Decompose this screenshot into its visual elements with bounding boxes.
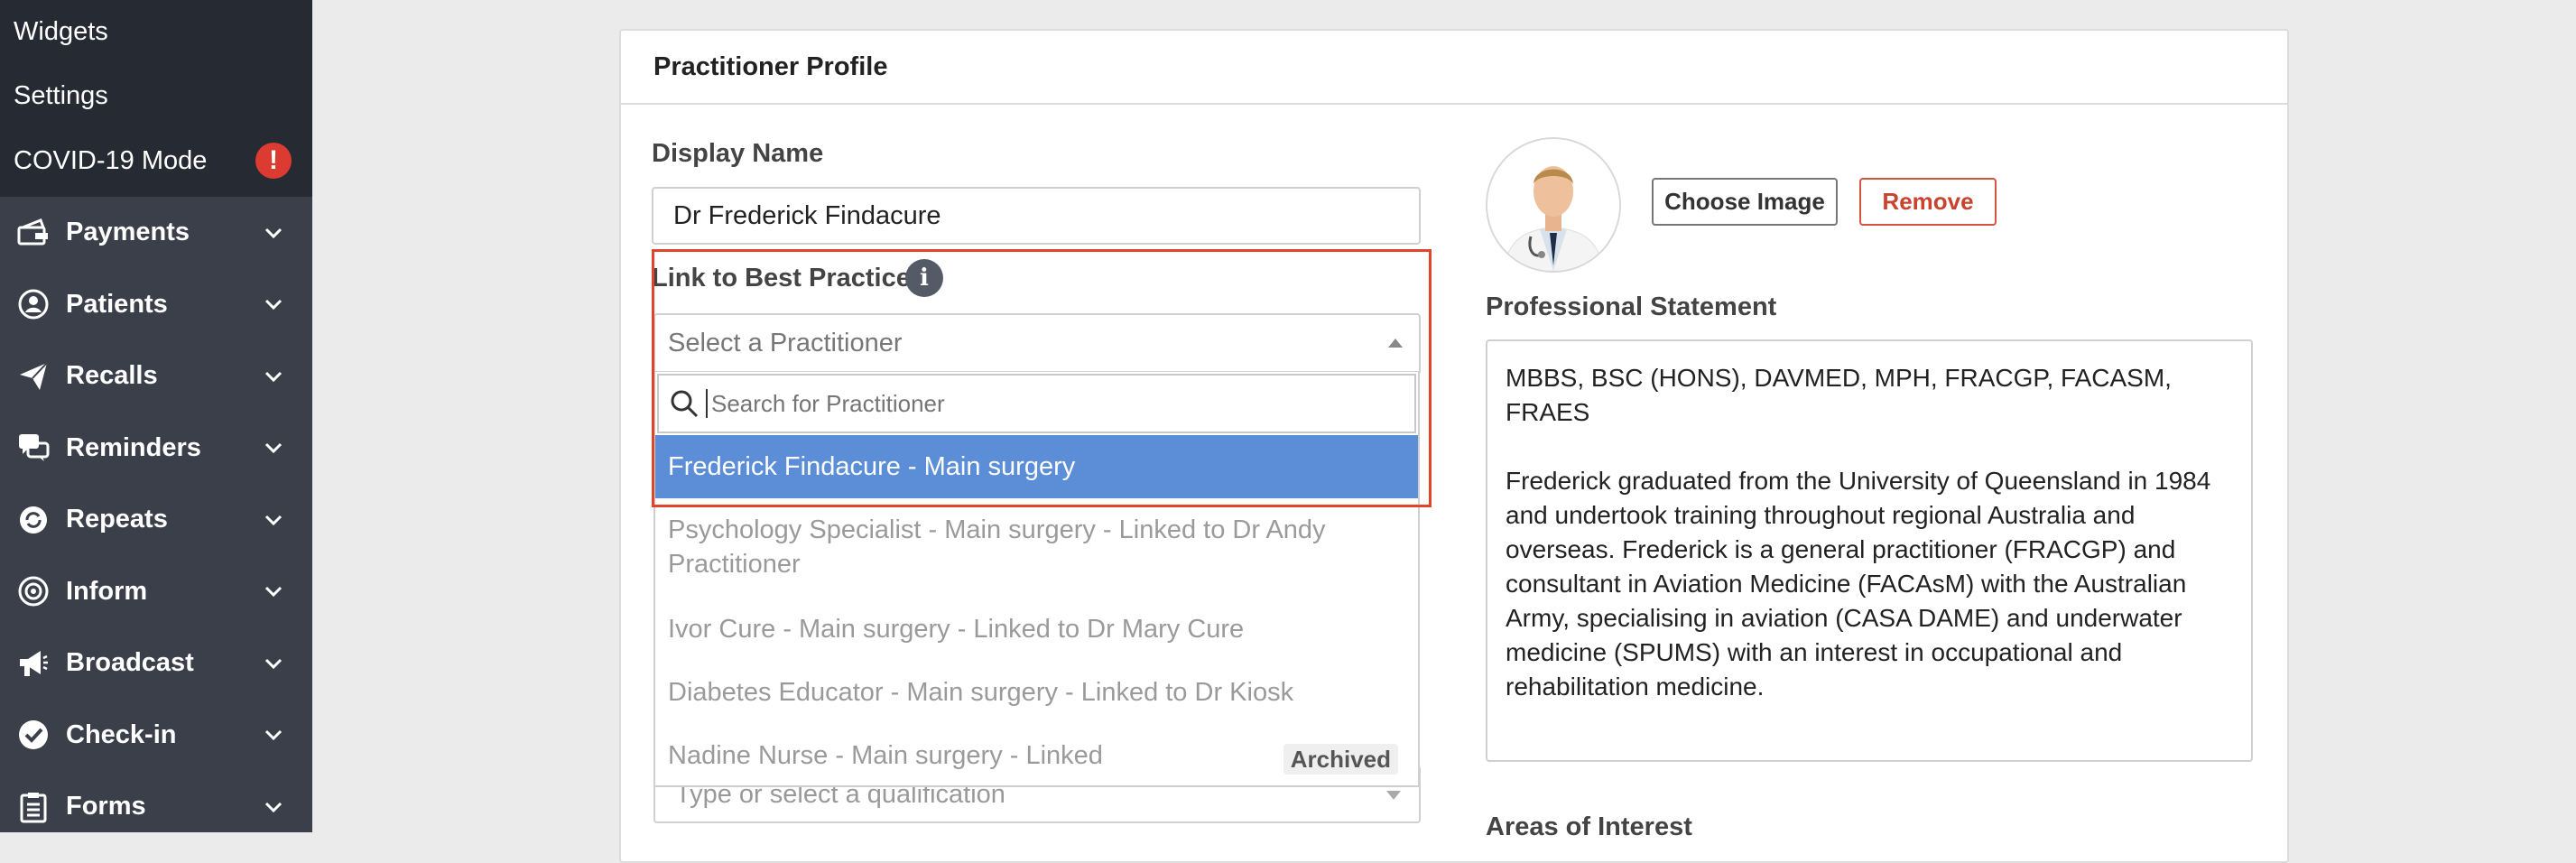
sidebar-item-label: Widgets: [14, 16, 108, 46]
info-icon[interactable]: i: [905, 259, 943, 297]
search-icon: [671, 390, 699, 418]
sidebar-item-label: Forms: [66, 792, 146, 821]
paper-plane-icon: [16, 359, 51, 394]
option-label: Ivor Cure - Main surgery - Linked to Dr …: [668, 615, 1245, 644]
practitioner-avatar: [1486, 137, 1621, 273]
sidebar-item-patients[interactable]: Patients: [0, 269, 312, 341]
remove-image-button[interactable]: Remove: [1859, 178, 1997, 226]
display-name-input[interactable]: Dr Frederick Findacure: [652, 187, 1421, 245]
sidebar-item-broadcast[interactable]: Broadcast: [0, 627, 312, 700]
option-label: Psychology Specialist - Main surgery - L…: [668, 515, 1326, 579]
clipboard-icon: [16, 790, 51, 824]
sidebar-item-label: COVID-19 Mode: [14, 145, 208, 175]
professional-statement-label: Professional Statement: [1486, 292, 1777, 321]
sidebar-item-label: Repeats: [66, 505, 168, 534]
practitioner-select[interactable]: Select a Practitioner: [653, 313, 1421, 373]
sidebar-item-label: Reminders: [66, 432, 201, 462]
option-label: Frederick Findacure - Main surgery: [668, 452, 1076, 481]
display-name-value: Dr Frederick Findacure: [673, 200, 941, 230]
chevron-down-icon: [264, 587, 283, 598]
archived-badge: Archived: [1283, 744, 1398, 775]
display-name-label: Display Name: [652, 139, 824, 168]
link-best-practice-label: Link to Best Practice: [652, 264, 911, 292]
sidebar-item-reminders[interactable]: Reminders: [0, 413, 312, 485]
areas-of-interest-label: Areas of Interest: [1486, 812, 1692, 841]
choose-image-button[interactable]: Choose Image: [1652, 178, 1838, 226]
text-caret: [706, 389, 708, 418]
card-title: Practitioner Profile: [621, 31, 2287, 105]
doctor-photo-icon: [1487, 139, 1619, 271]
chat-bubbles-icon: [16, 431, 51, 465]
sidebar-item-label: Settings: [14, 80, 108, 110]
check-badge-icon: [16, 718, 51, 752]
sidebar-item-settings[interactable]: Settings: [0, 63, 312, 128]
sidebar-item-recalls[interactable]: Recalls: [0, 340, 312, 413]
option-psychology-specialist[interactable]: Psychology Specialist - Main surgery - L…: [655, 513, 1418, 581]
patients-icon: [16, 287, 51, 321]
payments-icon: [16, 216, 51, 250]
sidebar: Widgets Settings COVID-19 Mode ! Payment…: [0, 0, 312, 832]
option-nadine-nurse[interactable]: Nadine Nurse - Main surgery - Linked Arc…: [655, 738, 1418, 784]
chevron-down-icon: [264, 443, 283, 454]
sidebar-item-payments[interactable]: Payments: [0, 197, 312, 269]
chevron-down-icon: [264, 300, 283, 311]
sidebar-item-label: Inform: [66, 576, 148, 606]
sidebar-item-inform[interactable]: Inform: [0, 556, 312, 628]
sidebar-item-check-in[interactable]: Check-in: [0, 700, 312, 772]
repeat-icon: [16, 503, 51, 537]
chevron-down-icon: [264, 515, 283, 525]
option-label: Nadine Nurse - Main surgery - Linked: [668, 741, 1103, 770]
chevron-down-icon: [264, 730, 283, 741]
option-label: Diabetes Educator - Main surgery - Linke…: [668, 678, 1294, 707]
sidebar-submenu: Widgets Settings COVID-19 Mode !: [0, 0, 312, 197]
sidebar-item-label: Recalls: [66, 361, 158, 391]
sidebar-item-label: Patients: [66, 289, 168, 319]
sidebar-item-widgets[interactable]: Widgets: [0, 0, 312, 63]
chevron-down-icon: [264, 658, 283, 669]
target-icon: [16, 574, 51, 608]
select-placeholder: Select a Practitioner: [668, 328, 903, 357]
chevron-down-icon: [264, 227, 283, 238]
statement-body: Frederick graduated from the University …: [1506, 467, 2211, 701]
chevron-down-icon: [264, 802, 283, 812]
statement-qualifications: MBBS, BSC (HONS), DAVMED, MPH, FRACGP, F…: [1506, 364, 2172, 426]
option-diabetes-educator[interactable]: Diabetes Educator - Main surgery - Linke…: [655, 675, 1418, 710]
professional-statement-textarea[interactable]: MBBS, BSC (HONS), DAVMED, MPH, FRACGP, F…: [1486, 339, 2253, 762]
caret-up-icon: [1388, 339, 1403, 348]
practitioner-search-row[interactable]: [657, 374, 1416, 433]
megaphone-icon: [16, 646, 51, 681]
sidebar-item-label: Broadcast: [66, 648, 194, 678]
sidebar-item-label: Check-in: [66, 719, 177, 749]
sidebar-item-label: Payments: [66, 218, 190, 247]
sidebar-item-repeats[interactable]: Repeats: [0, 484, 312, 556]
practitioner-search-input[interactable]: [709, 388, 1399, 419]
chevron-down-icon: [264, 371, 283, 382]
caret-down-icon: [1386, 791, 1401, 800]
option-frederick-findacure[interactable]: Frederick Findacure - Main surgery: [655, 435, 1418, 498]
alert-icon: !: [255, 143, 292, 179]
option-ivor-cure[interactable]: Ivor Cure - Main surgery - Linked to Dr …: [655, 612, 1418, 646]
sidebar-item-covid-mode[interactable]: COVID-19 Mode !: [0, 128, 312, 193]
